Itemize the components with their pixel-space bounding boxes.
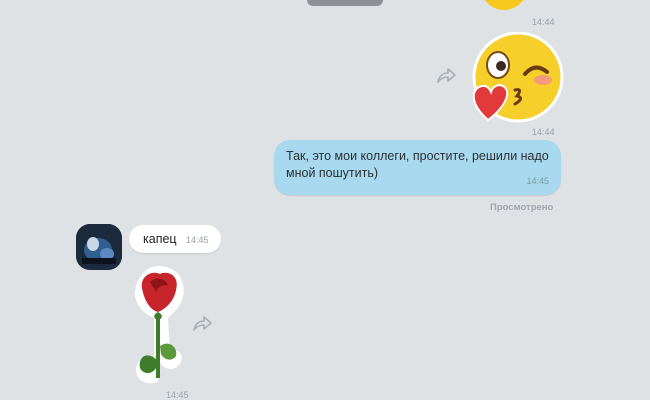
sticker-time: 14:44: [532, 127, 555, 137]
incoming-message-bubble[interactable]: капец 14:45: [129, 225, 221, 253]
message-time: 14:45: [186, 235, 209, 245]
sticker-time: 14:45: [166, 390, 189, 400]
message-time: 14:45: [526, 176, 549, 186]
contact-avatar[interactable]: [76, 224, 122, 270]
date-pill: [307, 0, 383, 6]
emoji-sticker-kiss[interactable]: [470, 31, 564, 124]
message-text: капец: [143, 232, 177, 246]
sticker-time: 14:44: [532, 17, 555, 27]
message-text: Так, это мои коллеги, простите, решили н…: [286, 149, 549, 180]
read-status: Просмотрено: [490, 202, 554, 213]
emoji-sticker-top[interactable]: [478, 0, 530, 14]
rose-sticker[interactable]: [128, 262, 190, 386]
outgoing-message-bubble[interactable]: Так, это мои коллеги, простите, решили н…: [274, 140, 561, 195]
share-icon[interactable]: [436, 67, 456, 85]
share-icon[interactable]: [192, 315, 212, 333]
